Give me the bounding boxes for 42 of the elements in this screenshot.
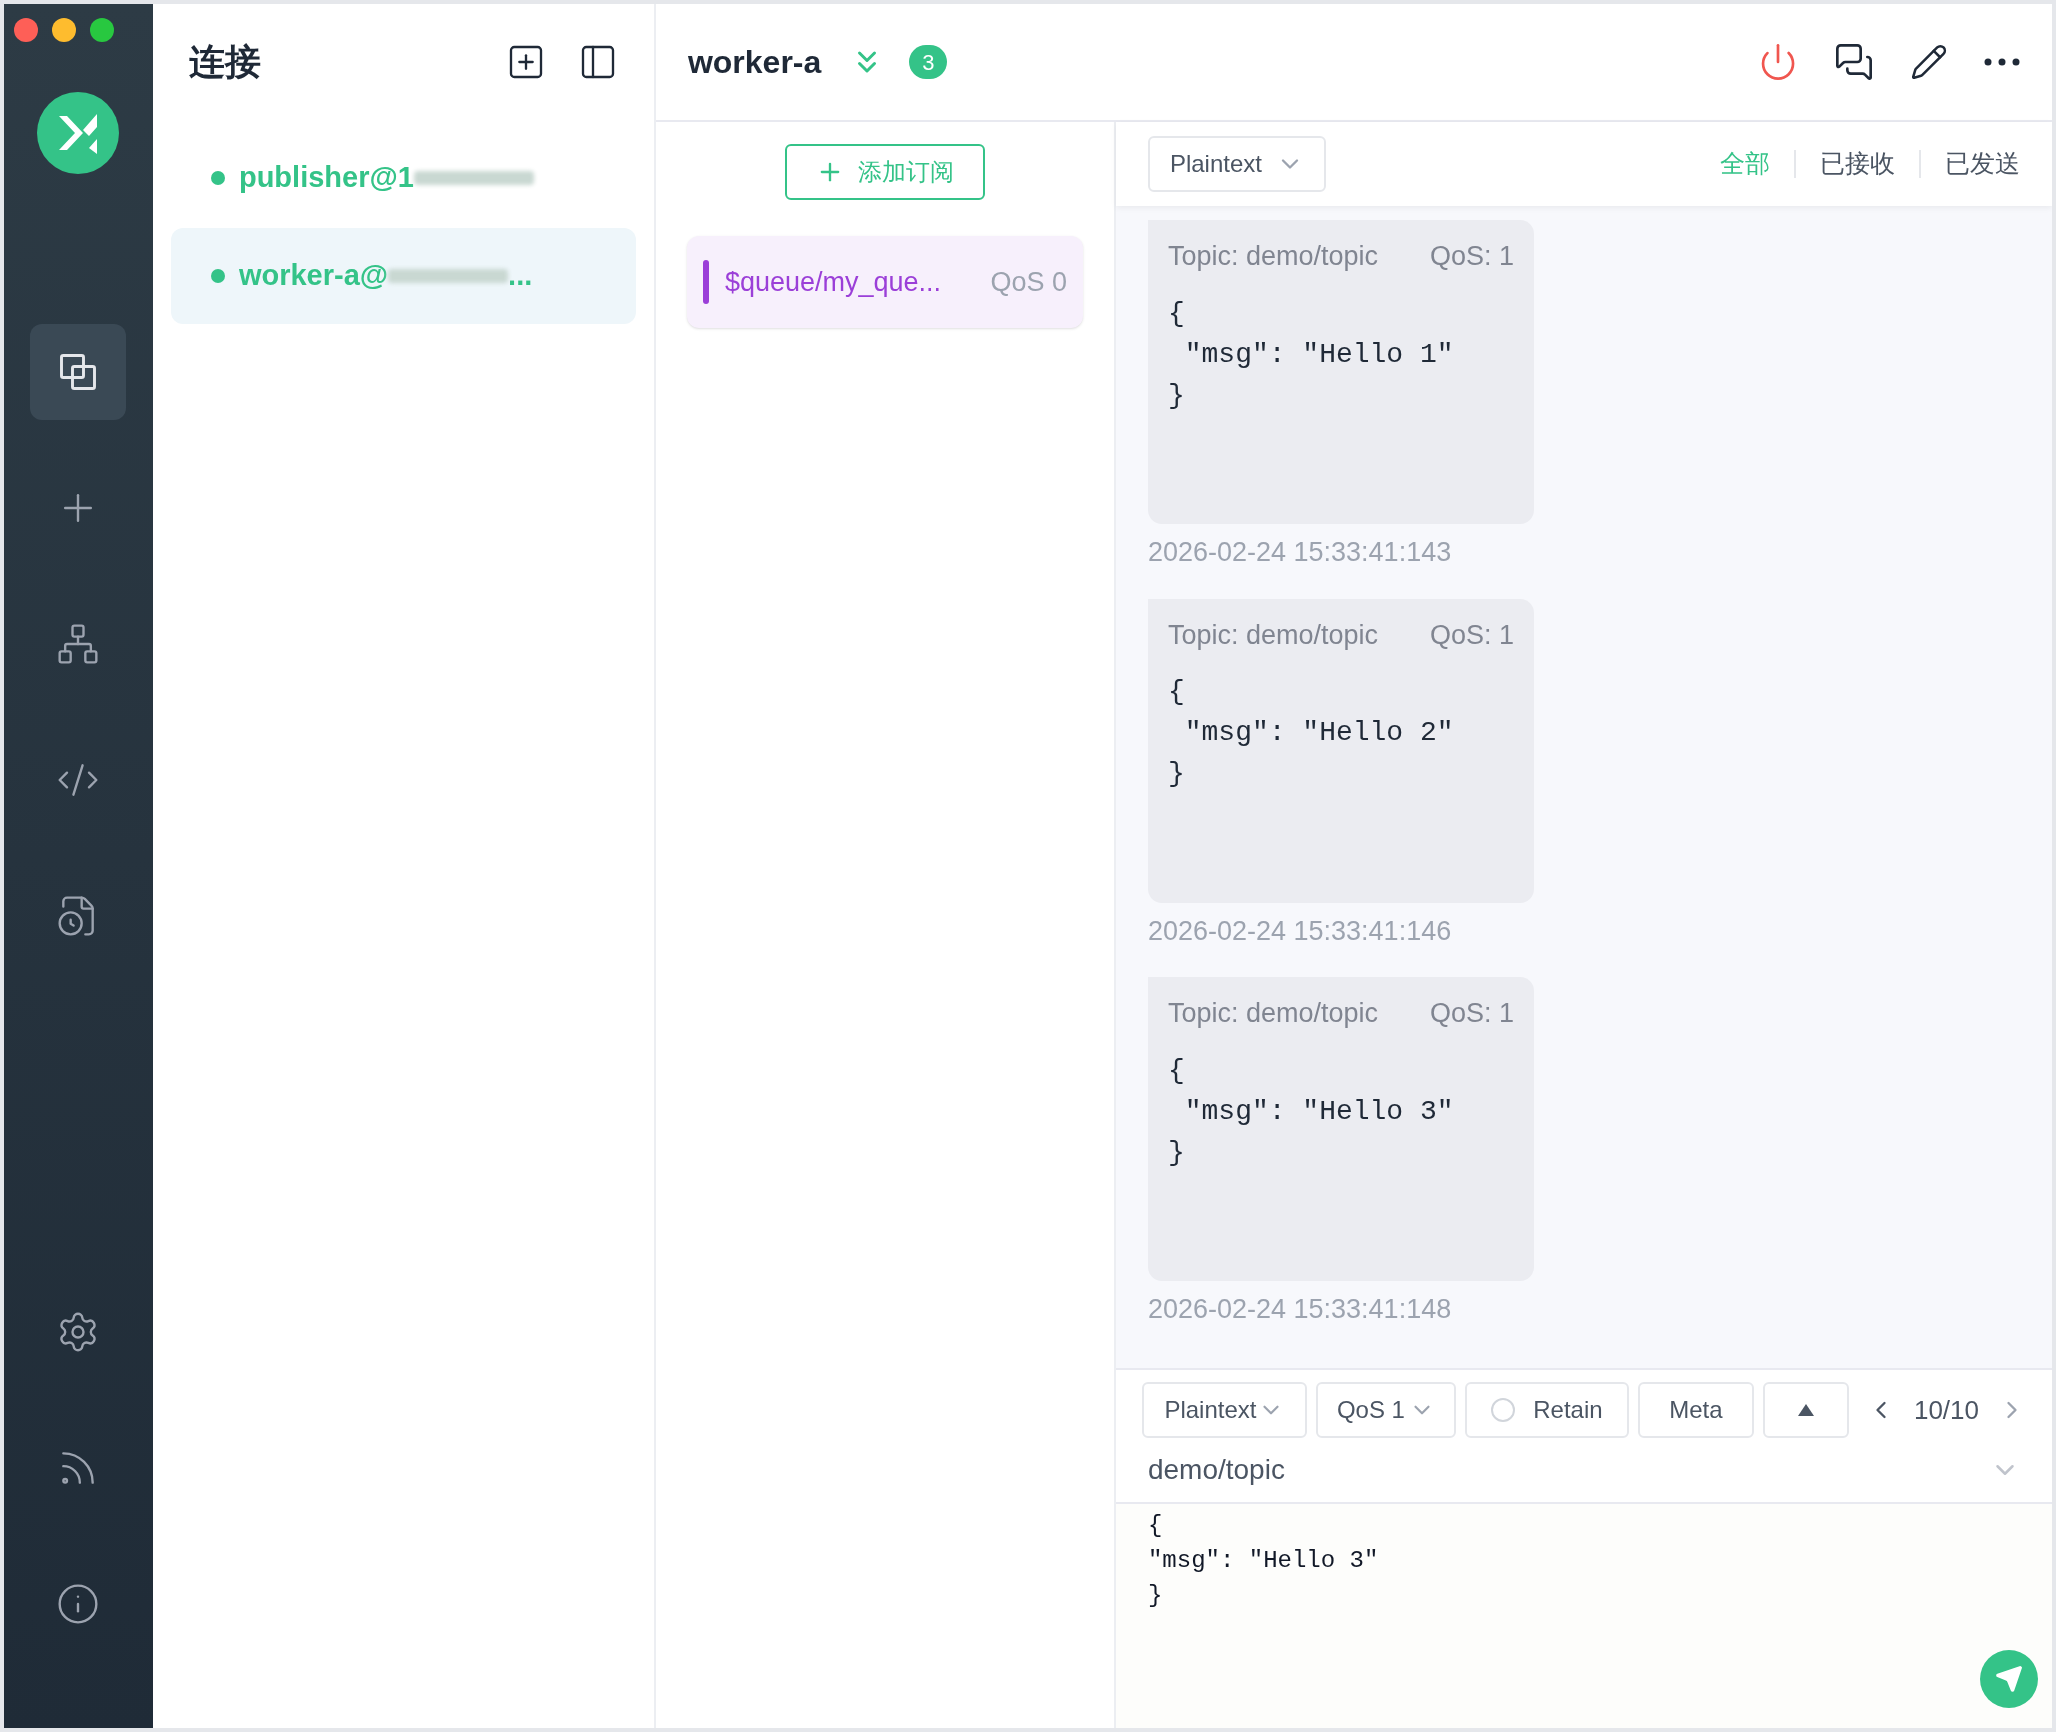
connection-name: publisher@1 bbox=[238, 160, 414, 196]
message-qos: QoS: 1 bbox=[1429, 997, 1514, 1030]
subscription-item[interactable]: $queue/my_que... QoS 0 bbox=[686, 236, 1083, 328]
history-page: 10/10 bbox=[1913, 1393, 1979, 1427]
message-topic: Topic: demo/topic bbox=[1167, 618, 1379, 652]
nav-button[interactable] bbox=[30, 324, 127, 420]
meta-button[interactable]: Meta bbox=[1637, 1382, 1754, 1438]
app-logo-icon bbox=[37, 92, 120, 174]
message-payload: { "msg": "Hello 3" } bbox=[1167, 1053, 1455, 1170]
filter-tab[interactable]: 已发送 bbox=[1945, 145, 2020, 183]
subscription-topic: $queue/my_que... bbox=[724, 265, 943, 299]
format-select[interactable]: Plaintext bbox=[1147, 136, 1326, 192]
message-time: 2026-02-24 15:33:41:143 bbox=[1147, 536, 1453, 569]
send-icon bbox=[1995, 1665, 2023, 1693]
more-icon bbox=[1984, 58, 2020, 66]
message-topic: Topic: demo/topic bbox=[1167, 997, 1379, 1030]
message-time: 2026-02-24 15:33:41:146 bbox=[1147, 914, 1453, 948]
panel-title: 连接 bbox=[188, 40, 262, 84]
count-badge: 3 bbox=[909, 45, 948, 79]
network-icon bbox=[56, 622, 101, 666]
message-payload: { "msg": "Hello 2" } bbox=[1167, 675, 1455, 791]
retain-toggle[interactable]: Retain bbox=[1464, 1382, 1629, 1438]
message-qos: QoS: 1 bbox=[1429, 618, 1514, 652]
message-time: 2026-02-24 15:33:41:148 bbox=[1147, 1293, 1453, 1326]
maximize-window-icon[interactable] bbox=[90, 18, 114, 42]
filter-tab[interactable]: 已接收 bbox=[1820, 145, 1895, 183]
retain-label: Retain bbox=[1533, 1395, 1603, 1425]
ellipsis: ... bbox=[508, 258, 533, 294]
caret-up-icon bbox=[1797, 1404, 1814, 1416]
qos-select[interactable]: QoS 1 bbox=[1315, 1382, 1456, 1438]
chat-button[interactable] bbox=[1834, 42, 1874, 82]
message-payload: { "msg": "Hello 1" } bbox=[1167, 296, 1455, 413]
more-button[interactable] bbox=[1984, 58, 2020, 66]
close-window-icon[interactable] bbox=[14, 18, 38, 42]
connection-name: worker-a@ bbox=[238, 258, 389, 294]
message-qos: QoS: 1 bbox=[1429, 240, 1514, 273]
connection-title: worker-a bbox=[687, 43, 822, 82]
payload-format-select[interactable]: Plaintext bbox=[1141, 1382, 1307, 1438]
edit-button[interactable] bbox=[1910, 43, 1948, 81]
message-topic: Topic: demo/topic bbox=[1167, 240, 1379, 273]
subscription-qos: QoS 0 bbox=[990, 265, 1067, 299]
minimize-window-icon[interactable] bbox=[52, 18, 76, 42]
